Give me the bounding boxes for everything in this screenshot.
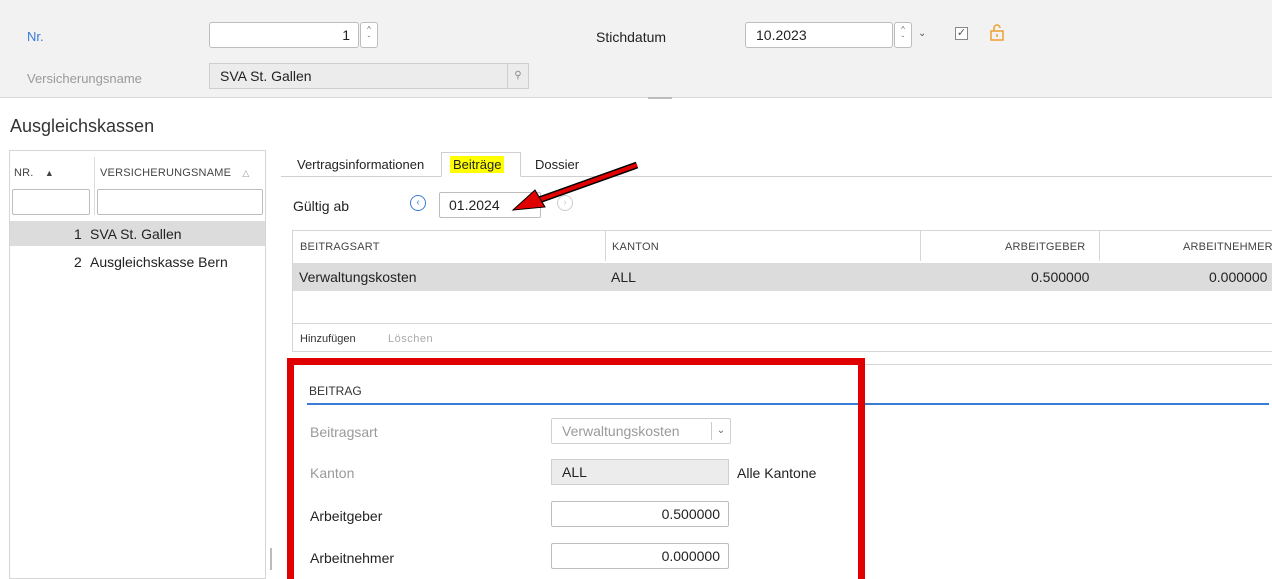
insurer-list: NR. ▲ VERSICHERUNGSNAME △ 1 SVA St. Gall… <box>9 150 266 579</box>
kanton-input[interactable]: ALL <box>551 459 729 485</box>
column-header-name[interactable]: VERSICHERUNGSNAME △ <box>100 167 250 179</box>
nr-input[interactable]: 1 <box>209 22 359 48</box>
nr-spinner[interactable]: ^ ˇ <box>360 22 378 48</box>
search-icon[interactable]: ⚲ <box>507 64 528 88</box>
table-row[interactable]: Verwaltungskosten ALL 0.500000 0.000000 <box>293 263 1272 291</box>
add-button[interactable]: Hinzufügen <box>300 333 356 345</box>
detail-panel: BEITRAG Beitragsart Verwaltungskosten ⌄ … <box>292 364 1272 579</box>
beitragsart-value: Verwaltungskosten <box>562 423 680 439</box>
gueltig-value: 01.2024 <box>449 197 500 213</box>
filter-nr-input[interactable] <box>12 189 90 215</box>
nr-label: Nr. <box>27 29 44 44</box>
stichdatum-spinner[interactable]: ^ ˇ <box>894 22 912 48</box>
stichdatum-input[interactable]: 10.2023 <box>745 22 893 48</box>
arbeitnehmer-input[interactable]: 0.000000 <box>551 543 729 569</box>
annotation-arrow-icon <box>511 161 639 211</box>
arbeitgeber-input[interactable]: 0.500000 <box>551 501 729 527</box>
sort-icon[interactable]: △ <box>242 168 249 178</box>
detail-title: BEITRAG <box>309 384 362 398</box>
resize-handle[interactable] <box>270 548 272 570</box>
chevron-down-icon[interactable]: ⌄ <box>918 28 926 39</box>
column-header-kanton[interactable]: KANTON <box>612 241 659 253</box>
header-panel: Nr. 1 ^ ˇ Stichdatum 10.2023 ^ ˇ ⌄ ✓ Ver… <box>0 0 1272 98</box>
filter-name-input[interactable] <box>97 189 263 215</box>
kanton-label: Kanton <box>310 465 355 481</box>
versicherungsname-label: Versicherungsname <box>27 71 142 86</box>
spin-up-icon[interactable]: ^ <box>361 25 377 35</box>
arbeitgeber-value: 0.500000 <box>661 506 720 522</box>
column-header-arbeitnehmer[interactable]: ARBEITNEHMER <box>1183 241 1272 253</box>
column-header-beitragsart[interactable]: BEITRAGSART <box>300 241 380 253</box>
gueltig-label: Gültig ab <box>293 198 350 214</box>
unlock-icon[interactable] <box>990 23 1004 41</box>
delete-button[interactable]: Löschen <box>388 333 433 345</box>
versicherungsname-value: SVA St. Gallen <box>220 68 312 84</box>
arbeitgeber-label: Arbeitgeber <box>310 508 383 524</box>
kanton-value: ALL <box>562 464 587 480</box>
beitragsart-select[interactable]: Verwaltungskosten ⌄ <box>551 418 731 444</box>
chevron-down-icon[interactable]: ⌄ <box>711 422 730 440</box>
arbeitnehmer-value: 0.000000 <box>661 548 720 564</box>
versicherungsname-input[interactable]: SVA St. Gallen ⚲ <box>209 63 529 89</box>
nr-value: 1 <box>342 27 350 43</box>
page-title: Ausgleichskassen <box>10 116 155 136</box>
stichdatum-value: 10.2023 <box>756 27 807 43</box>
spin-down-icon[interactable]: ˇ <box>895 35 911 45</box>
column-header-nr[interactable]: NR. ▲ <box>14 167 54 179</box>
list-item[interactable]: 2 Ausgleichskasse Bern <box>10 247 265 272</box>
collapse-handle[interactable] <box>648 97 672 99</box>
contributions-table: BEITRAGSART KANTON ARBEITGEBER ARBEITNEH… <box>292 230 1272 352</box>
tab-beitraege-label: Beiträge <box>450 156 505 173</box>
spin-up-icon[interactable]: ^ <box>895 25 911 35</box>
spin-down-icon[interactable]: ˇ <box>361 35 377 45</box>
tab-vertragsinformationen[interactable]: Vertragsinformationen <box>297 157 424 172</box>
beitragsart-label: Beitragsart <box>310 424 378 440</box>
column-header-arbeitgeber[interactable]: ARBEITGEBER <box>1005 241 1085 253</box>
checkbox-icon[interactable]: ✓ <box>955 27 968 40</box>
sort-asc-icon[interactable]: ▲ <box>45 168 54 178</box>
arbeitnehmer-label: Arbeitnehmer <box>310 550 395 566</box>
stichdatum-label: Stichdatum <box>596 29 667 45</box>
prev-date-icon[interactable]: ‹ <box>410 195 426 211</box>
kanton-description: Alle Kantone <box>737 465 817 481</box>
list-item[interactable]: 1 SVA St. Gallen <box>10 221 265 246</box>
